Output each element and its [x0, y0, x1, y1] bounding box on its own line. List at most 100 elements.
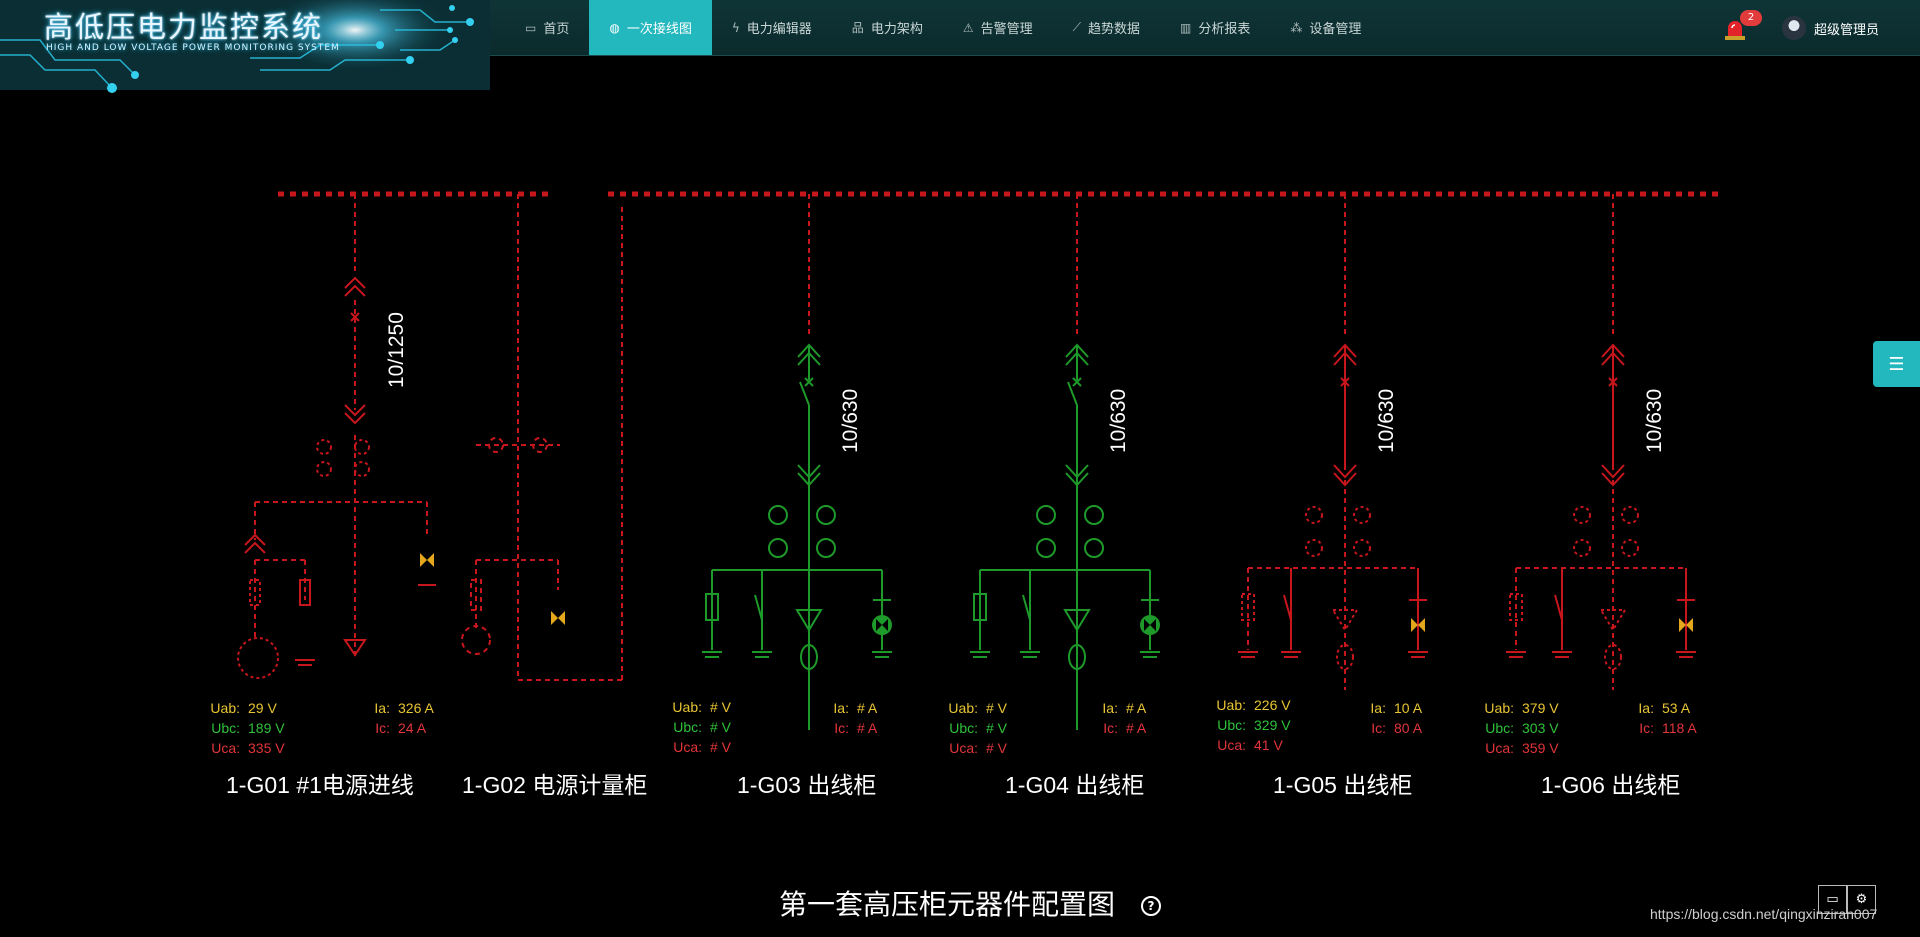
cabinet-g03-circuit: [702, 194, 892, 730]
cabinet-name-g02[interactable]: 1-G02 电源计量柜: [462, 766, 647, 800]
reading-label: Ubc:: [673, 719, 702, 735]
reading-value: # A: [1126, 720, 1147, 736]
cabinet-g01-circuit: [254, 194, 428, 660]
nav-device-management[interactable]: ⁂ 设备管理: [1270, 0, 1381, 55]
avatar: [1782, 16, 1806, 40]
nav-power-architecture[interactable]: 品电力架构: [832, 0, 943, 55]
current-readings-g01: Ia: 326 A Ic: 24 A: [360, 698, 458, 738]
reading-label: Uab:: [210, 700, 240, 716]
nav-label: 趋势数据: [1088, 22, 1141, 37]
reading-value: 379 V: [1522, 700, 1559, 716]
cabinet-g04-circuit: [970, 194, 1160, 730]
reading-label: Ic:: [1371, 720, 1386, 736]
network-icon: ⁂: [1290, 20, 1303, 35]
reading-value: # V: [986, 740, 1008, 756]
nav-label: 告警管理: [980, 22, 1033, 37]
nav-analysis-report[interactable]: ▥ 分析报表: [1160, 0, 1270, 55]
reading-label: Uab:: [1216, 697, 1246, 713]
reading-value: # A: [1126, 700, 1147, 716]
reading-value: 189 V: [248, 720, 285, 736]
bar-chart-icon: ▥: [1180, 20, 1192, 35]
reading-label: Ia:: [1370, 700, 1386, 716]
voltage-readings-g04: Uab: # V Ubc: # V Uca: # V: [928, 698, 1046, 758]
rating-g04: 10/630: [1107, 388, 1130, 453]
reading-label: Ia:: [1102, 700, 1118, 716]
monitor-icon: ▭: [525, 20, 537, 35]
reading-label: Uca:: [211, 740, 240, 756]
reading-label: Ic:: [375, 720, 390, 736]
reading-label: Ubc:: [949, 720, 978, 736]
trend-icon: ⟋: [1072, 20, 1082, 34]
voltage-readings-g03: Uab: # V Ubc: # V Uca: # V: [652, 697, 770, 757]
current-readings-g03: Ia: # A Ic: # A: [819, 698, 917, 738]
reading-value: 335 V: [248, 740, 285, 756]
alarm-icon: ⚠: [962, 20, 974, 35]
rating-g03: 10/630: [839, 388, 862, 453]
current-readings-g06: Ia: 53 A Ic: 118 A: [1624, 698, 1722, 738]
reading-value: 41 V: [1254, 737, 1283, 753]
nav-label: 首页: [543, 22, 570, 37]
top-header: 高低压电力监控系统 HIGH AND LOW VOLTAGE POWER MON…: [0, 0, 1920, 93]
voltage-readings-g01: Uab: 29 V Ubc: 189 V Uca: 335 V: [190, 698, 308, 758]
reading-label: Ic:: [1639, 720, 1654, 736]
rating-g05: 10/630: [1375, 388, 1398, 453]
rating-g01: 10/1250: [385, 312, 408, 388]
reading-label: Ubc:: [1485, 720, 1514, 736]
reading-label: Ia:: [1638, 700, 1654, 716]
app-logo: 高低压电力监控系统 HIGH AND LOW VOLTAGE POWER MON…: [0, 0, 490, 93]
list-icon: ☰: [1888, 353, 1905, 375]
globe-icon: ◍: [609, 20, 620, 35]
reading-value: 53 A: [1662, 700, 1691, 716]
reading-label: Ic:: [1103, 720, 1118, 736]
reading-label: Ia:: [833, 700, 849, 716]
cabinet-name-g01[interactable]: 1-G01 #1电源进线: [226, 766, 414, 800]
reading-value: 29 V: [248, 700, 277, 716]
cabinet-name-g06[interactable]: 1-G06 出线柜: [1541, 766, 1680, 800]
cabinet-g02-circuit: [461, 194, 623, 681]
reading-value: 329 V: [1254, 717, 1291, 733]
nav-home[interactable]: ▭ 首页: [505, 0, 589, 55]
user-name: 超级管理员: [1814, 22, 1880, 38]
reading-value: # V: [710, 719, 732, 735]
nav-power-editor[interactable]: ϟ 电力编辑器: [712, 0, 832, 55]
nav-trend-data[interactable]: ⟋ 趋势数据: [1053, 0, 1160, 55]
cabinet-g06-circuit: [1506, 194, 1696, 690]
user-menu[interactable]: 超级管理员: [1782, 16, 1879, 40]
reading-value: # V: [710, 699, 732, 715]
reading-value: 10 A: [1394, 700, 1423, 716]
reading-value: 226 V: [1254, 697, 1291, 713]
reading-label: Uab:: [1484, 700, 1514, 716]
cabinet-g05-circuit: [1238, 194, 1428, 690]
reading-value: 118 A: [1662, 720, 1697, 736]
cabinet-name-g05[interactable]: 1-G05 出线柜: [1273, 766, 1412, 800]
nav-alarm-management[interactable]: ⚠ 告警管理: [943, 0, 1053, 55]
reading-label: Ubc:: [211, 720, 240, 736]
watermark: https://blog.csdn.net/qingxinziran007: [1650, 906, 1878, 922]
reading-label: Ic:: [834, 720, 849, 736]
current-readings-g05: Ia: 10 A Ic: 80 A: [1356, 698, 1454, 738]
reading-value: 80 A: [1394, 720, 1423, 736]
reading-label: Uca:: [949, 740, 978, 756]
alarm-count-badge: 2: [1740, 10, 1762, 26]
side-panel-toggle-button[interactable]: ☰: [1873, 341, 1920, 387]
rating-g06: 10/630: [1643, 388, 1666, 453]
app-subtitle: HIGH AND LOW VOLTAGE POWER MONITORING SY…: [46, 43, 340, 53]
reading-value: # V: [710, 739, 732, 755]
nav-label: 设备管理: [1309, 22, 1362, 37]
lightning-icon: ϟ: [731, 20, 740, 35]
nav-label: 一次接线图: [626, 22, 692, 37]
diagram-title: 第一套高压柜元器件配置图: [779, 889, 1116, 920]
reading-value: # A: [857, 720, 878, 736]
nav-label: 分析报表: [1198, 22, 1251, 37]
app-title: 高低压电力监控系统: [44, 10, 324, 44]
nav-single-line-diagram[interactable]: ◍ 一次接线图: [589, 0, 712, 55]
help-icon[interactable]: ?: [1141, 896, 1161, 916]
nav-label: 电力架构: [870, 22, 923, 37]
reading-value: 359 V: [1522, 740, 1559, 756]
cabinet-name-g04[interactable]: 1-G04 出线柜: [1005, 766, 1144, 800]
reading-value: # A: [857, 700, 878, 716]
reading-value: # V: [986, 720, 1008, 736]
current-readings-g04: Ia: # A Ic: # A: [1088, 698, 1186, 738]
cabinet-name-g03[interactable]: 1-G03 出线柜: [737, 766, 876, 800]
nav-label: 电力编辑器: [746, 22, 812, 37]
